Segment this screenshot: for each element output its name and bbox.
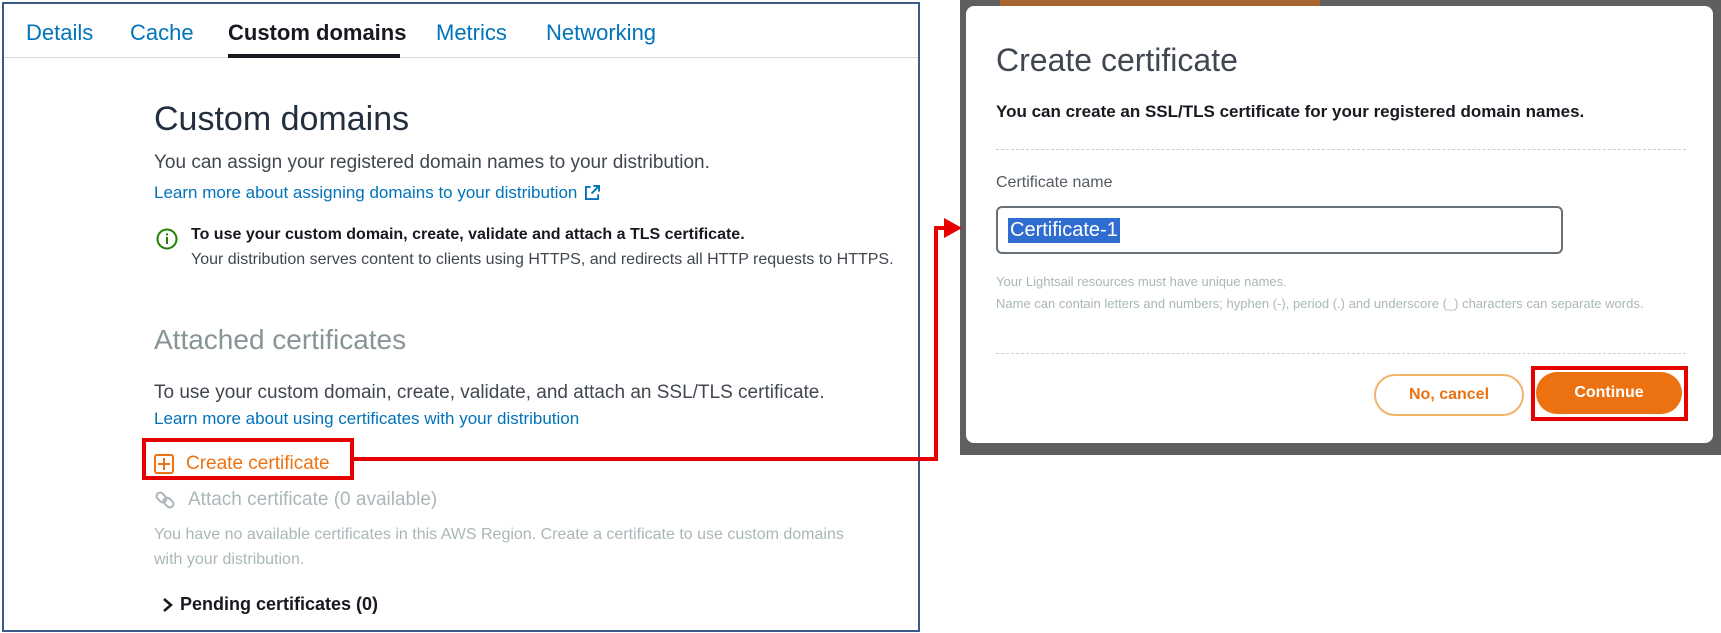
custom-domains-title: Custom domains xyxy=(154,100,410,138)
certificate-name-value: Certificate-1 xyxy=(1008,217,1120,243)
continue-highlight xyxy=(1531,366,1688,421)
dialog-subtitle: You can create an SSL/TLS certificate fo… xyxy=(996,102,1585,121)
tab-custom-domains[interactable]: Custom domains xyxy=(228,20,406,46)
attached-certificates-description: To use your custom domain, create, valid… xyxy=(154,382,825,403)
tab-bar: Details Cache Custom domains Metrics Net… xyxy=(4,4,918,58)
tab-cache[interactable]: Cache xyxy=(130,20,194,46)
no-certificates-text: You have no available certificates in th… xyxy=(154,526,844,568)
tab-details[interactable]: Details xyxy=(26,20,93,46)
dialog-divider-bottom xyxy=(996,353,1686,354)
info-alert-text: Your distribution serves content to clie… xyxy=(191,251,894,268)
dialog-divider-top xyxy=(996,149,1686,150)
custom-domains-description: You can assign your registered domain na… xyxy=(154,152,710,173)
pending-certificates-label: Pending certificates (0) xyxy=(180,594,379,614)
certificate-name-hint: Your Lightsail resources must have uniqu… xyxy=(996,271,1676,315)
external-link-icon xyxy=(585,185,601,200)
link-chain-icon xyxy=(155,491,175,509)
create-certificate-highlight xyxy=(142,438,354,480)
info-icon xyxy=(156,228,178,250)
chevron-right-icon xyxy=(163,597,173,612)
attached-certificates-title: Attached certificates xyxy=(154,324,407,355)
dialog-title: Create certificate xyxy=(996,42,1238,78)
hint-unique-names: Your Lightsail resources must have uniqu… xyxy=(996,274,1287,289)
tab-metrics[interactable]: Metrics xyxy=(436,20,507,46)
active-tab-indicator xyxy=(228,54,400,58)
certificate-name-label: Certificate name xyxy=(996,174,1113,191)
hint-allowed-characters: Name can contain letters and numbers; hy… xyxy=(996,296,1644,311)
custom-domains-panel: Details Cache Custom domains Metrics Net… xyxy=(2,2,920,632)
cancel-button[interactable]: No, cancel xyxy=(1374,374,1524,416)
info-alert-title: To use your custom domain, create, valid… xyxy=(191,226,745,243)
certificate-name-input[interactable]: Certificate-1 xyxy=(996,206,1563,254)
learn-more-domains-link[interactable]: Learn more about assigning domains to yo… xyxy=(154,183,601,203)
tab-networking[interactable]: Networking xyxy=(546,20,656,46)
attach-certificate-button[interactable]: Attach certificate (0 available) xyxy=(154,486,437,514)
pending-certificates-toggle[interactable]: Pending certificates (0) xyxy=(162,594,378,615)
learn-more-certificates-link[interactable]: Learn more about using certificates with… xyxy=(154,409,579,429)
learn-more-domains-label: Learn more about assigning domains to yo… xyxy=(154,183,578,202)
attach-certificate-label: Attach certificate (0 available) xyxy=(188,489,438,510)
